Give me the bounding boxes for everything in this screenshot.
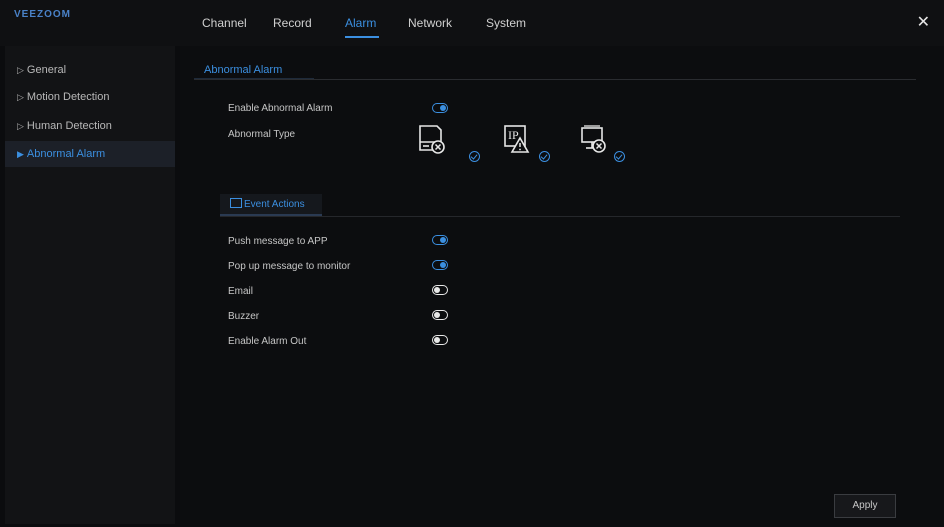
tab-system[interactable]: System bbox=[486, 16, 526, 30]
push-app-toggle[interactable] bbox=[432, 235, 448, 245]
sidebar-item-label: General bbox=[26, 64, 67, 76]
main-panel: Abnormal Alarm Enable Abnormal Alarm Abn… bbox=[180, 46, 944, 527]
chevron-right-icon: ▷ bbox=[17, 65, 24, 75]
tab-alarm[interactable]: Alarm bbox=[345, 16, 376, 30]
event-actions-icon bbox=[230, 198, 242, 208]
svg-text:IP: IP bbox=[508, 128, 519, 142]
ip-conflict-icon[interactable]: IP bbox=[503, 124, 533, 161]
sidebar: ▷ General ▷ Motion Detection ▷ Human Detect… bbox=[5, 46, 175, 524]
tab-event-actions[interactable]: Event Actions bbox=[220, 194, 322, 216]
event-actions-label: Event Actions bbox=[244, 199, 305, 210]
check-icon bbox=[614, 151, 625, 162]
action-label-buzzer: Buzzer bbox=[228, 311, 260, 322]
chevron-right-icon: ▷ bbox=[17, 121, 24, 131]
chevron-right-icon: ▷ bbox=[17, 92, 24, 102]
action-label-alarm-out: Enable Alarm Out bbox=[228, 336, 307, 347]
sidebar-item-label: Abnormal Alarm bbox=[26, 148, 106, 160]
action-label-email: Email bbox=[228, 286, 254, 297]
check-icon bbox=[469, 151, 480, 162]
apply-button[interactable]: Apply bbox=[834, 494, 896, 518]
tab-channel[interactable]: Channel bbox=[202, 16, 247, 30]
alarm-out-toggle[interactable] bbox=[432, 335, 448, 345]
logo: VEEZOOM bbox=[14, 9, 72, 20]
tab-record[interactable]: Record bbox=[273, 16, 312, 30]
event-divider bbox=[220, 216, 900, 217]
popup-monitor-toggle[interactable] bbox=[432, 260, 448, 270]
sidebar-item-abnormal-alarm[interactable]: ▶ Abnormal Alarm bbox=[5, 141, 175, 167]
chevron-right-icon: ▶ bbox=[17, 149, 24, 159]
tab-active-indicator bbox=[345, 36, 379, 38]
sidebar-item-human-detection[interactable]: ▷ Human Detection bbox=[5, 113, 175, 139]
enable-abnormal-alarm-label: Enable Abnormal Alarm bbox=[228, 103, 333, 114]
abnormal-type-label: Abnormal Type bbox=[228, 129, 296, 140]
check-icon bbox=[539, 151, 550, 162]
section-divider bbox=[194, 79, 916, 80]
action-label-push-app: Push message to APP bbox=[228, 236, 328, 247]
sidebar-item-label: Motion Detection bbox=[26, 91, 110, 103]
sidebar-item-motion-detection[interactable]: ▷ Motion Detection bbox=[5, 84, 175, 110]
tab-network[interactable]: Network bbox=[408, 16, 452, 30]
buzzer-toggle[interactable] bbox=[432, 310, 448, 320]
email-toggle[interactable] bbox=[432, 285, 448, 295]
sidebar-item-label: Human Detection bbox=[26, 120, 112, 132]
sidebar-item-general[interactable]: ▷ General bbox=[5, 57, 175, 83]
enable-abnormal-alarm-toggle[interactable] bbox=[432, 103, 448, 113]
network-disconnect-icon[interactable] bbox=[580, 124, 610, 161]
disk-error-icon[interactable] bbox=[417, 124, 447, 161]
action-label-popup-monitor: Pop up message to monitor bbox=[228, 261, 351, 272]
section-title: Abnormal Alarm bbox=[204, 64, 283, 76]
top-bar: VEEZOOM Channel Record Alarm Network Sys… bbox=[0, 0, 944, 46]
close-icon[interactable]: ✕ bbox=[917, 12, 930, 32]
